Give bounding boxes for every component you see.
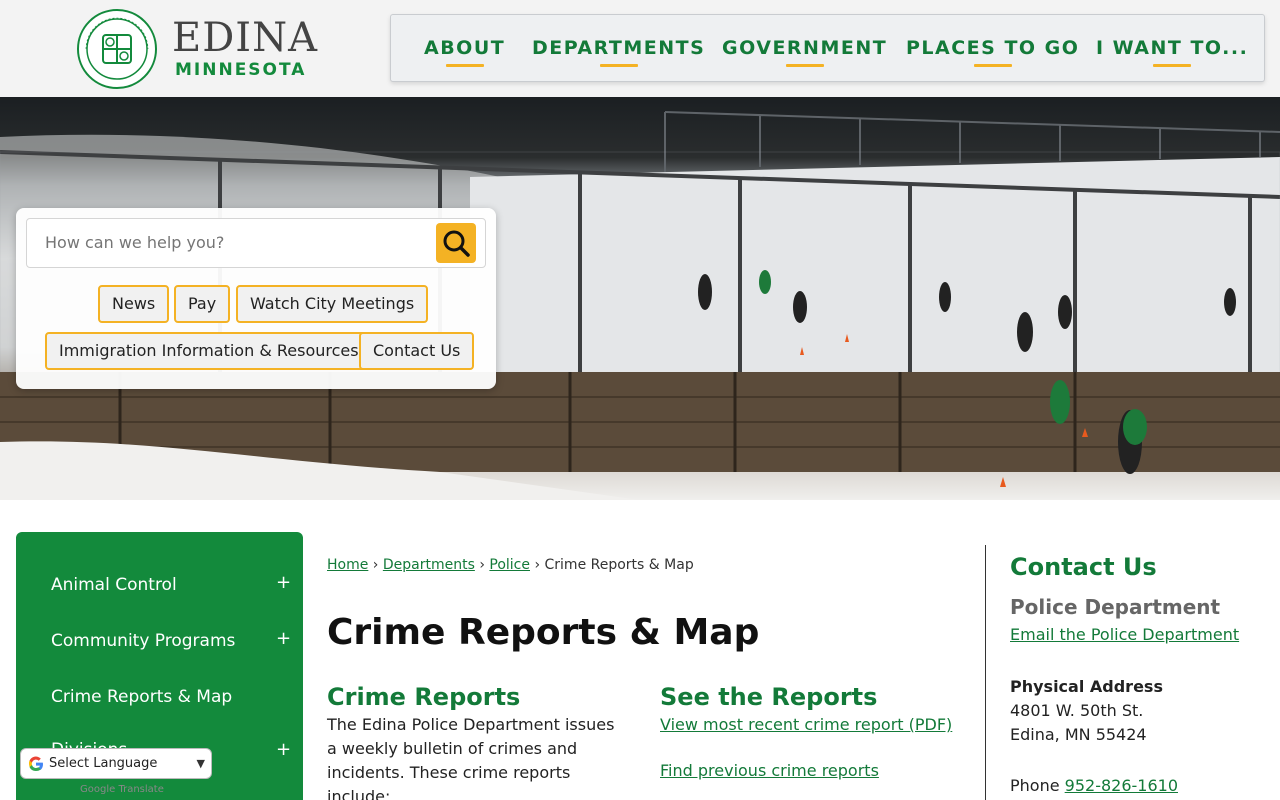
nav-underline: [445, 64, 484, 67]
breadcrumb-home[interactable]: Home: [327, 557, 368, 573]
content-divider: [985, 545, 986, 800]
phone-row: Phone 952-826-1610: [1010, 776, 1178, 795]
breadcrumb-separator: ›: [534, 557, 541, 573]
nav-government[interactable]: GOVERNMENT: [722, 37, 888, 67]
expand-icon[interactable]: +: [276, 572, 291, 593]
nav-i-want-to[interactable]: I WANT TO...: [1096, 37, 1249, 67]
nav-departments-label: DEPARTMENTS: [532, 37, 706, 59]
contact-title: Contact Us: [1010, 553, 1157, 581]
nav-departments[interactable]: DEPARTMENTS: [532, 37, 706, 67]
nav-underline: [1153, 64, 1192, 67]
search-panel: News Pay Watch City Meetings Immigration…: [16, 208, 496, 389]
nav-about-label: ABOUT: [424, 37, 506, 59]
address-line2: Edina, MN 55424: [1010, 725, 1147, 744]
nav-places-to-go[interactable]: PLACES TO GO: [906, 37, 1080, 67]
contact-department: Police Department: [1010, 595, 1221, 619]
nav-places-label: PLACES TO GO: [906, 37, 1080, 59]
crime-reports-description: The Edina Police Department issues a wee…: [327, 715, 615, 800]
phone-link[interactable]: 952-826-1610: [1065, 776, 1178, 795]
sidebar-item-animal-control[interactable]: Animal Control: [51, 575, 177, 595]
quick-link-watch-meetings[interactable]: Watch City Meetings: [236, 285, 429, 323]
language-select[interactable]: Select Language ▼: [20, 748, 212, 779]
see-reports-heading: See the Reports: [660, 683, 878, 711]
breadcrumb: Home › Departments › Police › Crime Repo…: [327, 557, 694, 573]
quick-link-news[interactable]: News: [98, 285, 170, 323]
site-header: EDINA MINNESOTA ABOUT DEPARTMENTS GOVERN…: [0, 0, 1280, 97]
nav-underline: [785, 64, 824, 67]
crime-reports-heading: Crime Reports: [327, 683, 521, 711]
quick-link-pay[interactable]: Pay: [174, 285, 231, 323]
site-logo-text[interactable]: EDINA MINNESOTA: [172, 14, 318, 80]
email-police-link[interactable]: Email the Police Department: [1010, 625, 1239, 644]
breadcrumb-current: Crime Reports & Map: [544, 557, 694, 573]
sidebar-item-crime-reports[interactable]: Crime Reports & Map: [51, 687, 232, 707]
logo-state: MINNESOTA: [175, 60, 307, 80]
google-g-icon: [28, 756, 43, 772]
nav-i-want-to-label: I WANT TO...: [1096, 37, 1249, 59]
page-title: Crime Reports & Map: [327, 612, 760, 653]
address-line1: 4801 W. 50th St.: [1010, 701, 1144, 720]
logo-name: EDINA: [172, 15, 318, 61]
phone-label: Phone: [1010, 776, 1060, 795]
nav-underline: [599, 64, 638, 67]
breadcrumb-police[interactable]: Police: [489, 557, 530, 573]
recent-crime-report-link[interactable]: View most recent crime report (PDF): [660, 715, 952, 734]
nav-about[interactable]: ABOUT: [424, 37, 506, 67]
quick-link-immigration[interactable]: Immigration Information & Resources: [45, 332, 373, 370]
breadcrumb-departments[interactable]: Departments: [383, 557, 475, 573]
google-translate-attribution: Google Translate: [80, 784, 164, 795]
breadcrumb-separator: ›: [479, 557, 485, 573]
search-box: [26, 218, 486, 268]
chevron-down-icon: ▼: [196, 757, 205, 770]
expand-icon[interactable]: +: [276, 739, 291, 760]
main-nav: ABOUT DEPARTMENTS GOVERNMENT PLACES TO G…: [390, 14, 1265, 82]
expand-icon[interactable]: +: [276, 628, 291, 649]
nav-underline: [973, 64, 1012, 67]
nav-government-label: GOVERNMENT: [722, 37, 888, 59]
address-label: Physical Address: [1010, 677, 1163, 696]
previous-crime-reports-link[interactable]: Find previous crime reports: [660, 761, 879, 780]
search-input[interactable]: [45, 233, 425, 252]
breadcrumb-separator: ›: [372, 557, 379, 573]
language-select-label: Select Language: [49, 756, 158, 771]
quick-link-contact-us[interactable]: Contact Us: [359, 332, 475, 370]
city-seal-logo[interactable]: [76, 8, 158, 90]
sidebar-item-community-programs[interactable]: Community Programs: [51, 631, 235, 651]
search-button[interactable]: [436, 223, 476, 263]
search-icon: [443, 230, 470, 257]
